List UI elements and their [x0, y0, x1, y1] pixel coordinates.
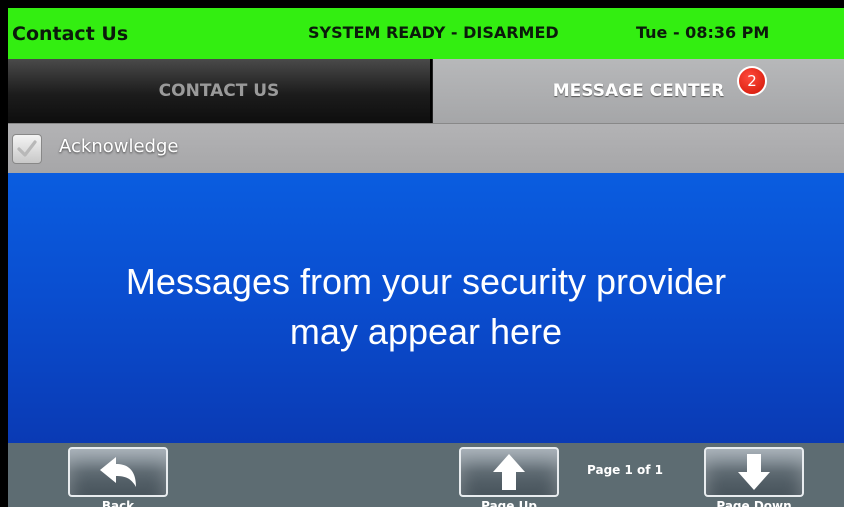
page-title: Contact Us	[12, 23, 129, 45]
page-down-label: Page Down	[716, 499, 792, 507]
tab-message-center[interactable]: MESSAGE CENTER	[433, 59, 844, 123]
acknowledge-row: Acknowledge	[8, 123, 844, 173]
arrow-up-icon	[493, 454, 525, 490]
back-button[interactable]	[68, 447, 168, 497]
message-text: Messages from your security provider may…	[126, 257, 726, 357]
message-line-2: may appear here	[289, 311, 563, 352]
bottom-toolbar: Back Page Up Page 1 of 1 Page Down	[8, 443, 844, 507]
tab-contact-us-label: CONTACT US	[158, 81, 280, 101]
tab-contact-us[interactable]: CONTACT US	[8, 59, 432, 123]
back-arrow-icon	[100, 457, 136, 487]
page-up-button[interactable]	[459, 447, 559, 497]
system-status-text: SYSTEM READY - DISARMED	[308, 23, 559, 42]
back-label: Back	[101, 499, 135, 507]
page-down-button[interactable]	[704, 447, 804, 497]
page-up-label: Page Up	[481, 499, 537, 507]
message-line-1: Messages from your security provider	[125, 261, 727, 302]
unread-count-badge: 2	[737, 66, 767, 96]
arrow-down-icon	[738, 454, 770, 490]
tab-bar: CONTACT US MESSAGE CENTER	[8, 59, 844, 123]
acknowledge-checkbox[interactable]	[12, 134, 42, 164]
page-indicator: Page 1 of 1	[587, 463, 663, 477]
tab-message-center-label: MESSAGE CENTER	[552, 81, 725, 101]
app-window: Contact Us SYSTEM READY - DISARMED Tue -…	[8, 8, 844, 507]
checkmark-icon	[17, 140, 37, 157]
message-display: Messages from your security provider may…	[8, 173, 844, 443]
status-bar: Contact Us SYSTEM READY - DISARMED Tue -…	[8, 8, 844, 59]
acknowledge-label: Acknowledge	[59, 136, 179, 157]
datetime-display: Tue - 08:36 PM	[636, 23, 770, 42]
